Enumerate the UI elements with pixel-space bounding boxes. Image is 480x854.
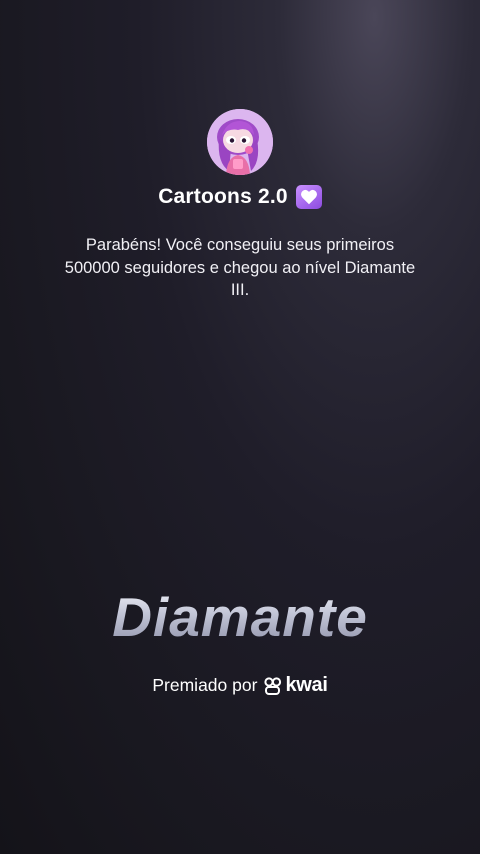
awarded-label: Premiado por xyxy=(152,675,258,695)
kwai-brand: kwai xyxy=(263,674,328,697)
channel-name: Cartoons 2.0 xyxy=(158,185,288,208)
profile-avatar[interactable] xyxy=(207,109,273,175)
rank-title: Diamante xyxy=(0,585,480,649)
awarded-by-row: Premiado por kwai xyxy=(0,674,480,697)
kwai-logo-icon xyxy=(264,676,282,695)
purple-heart-icon xyxy=(295,185,322,209)
cartoon-avatar-icon xyxy=(207,109,273,175)
brand-name: kwai xyxy=(285,674,328,696)
channel-name-row: Cartoons 2.0 xyxy=(0,185,480,209)
congratulations-message: Parabéns! Você conseguiu seus primeiros … xyxy=(64,236,416,299)
